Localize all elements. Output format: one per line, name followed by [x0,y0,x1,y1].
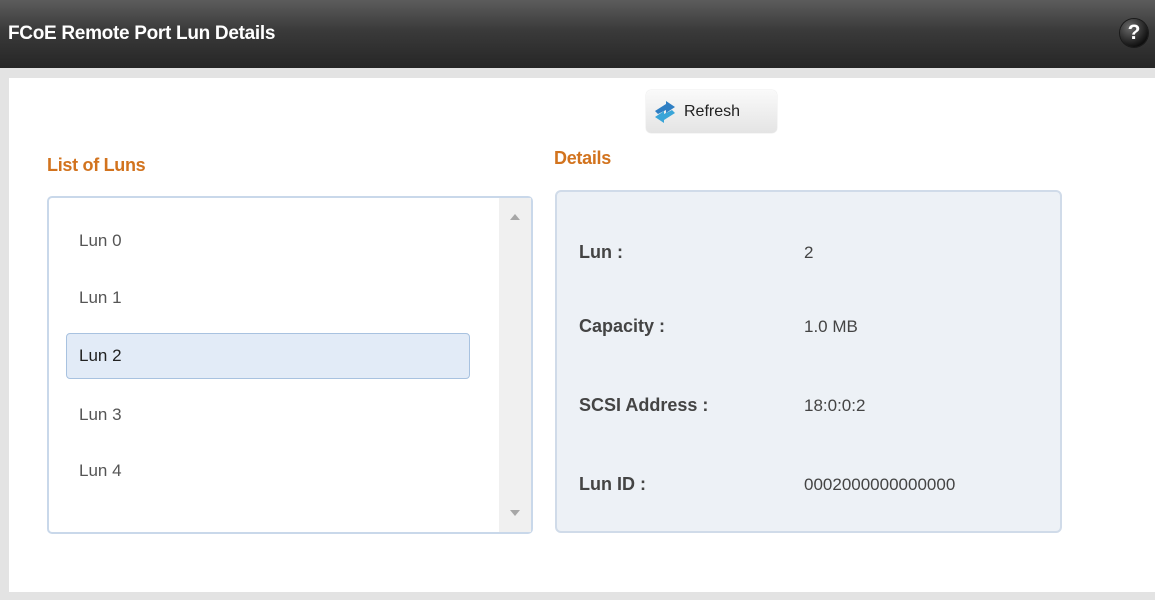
details-panel: Lun : 2 Capacity : 1.0 MB SCSI Address :… [555,190,1062,533]
list-scrollbar[interactable] [499,198,531,532]
lun-list-item[interactable]: Lun 4 [66,448,470,494]
lun-list-item[interactable]: Lun 3 [66,392,470,438]
lun-listbox[interactable]: Lun 0 Lun 1 Lun 2 Lun 3 Lun 4 [47,196,533,534]
window-title: FCoE Remote Port Lun Details [8,23,276,44]
scsi-address-value: 18:0:0:2 [804,396,866,415]
details-heading: Details [554,148,611,168]
lun-label: Lun : [579,242,623,262]
capacity-value: 1.0 MB [804,317,858,336]
lun-list-item[interactable]: Lun 0 [66,218,470,264]
lun-id-value: 0002000000000000 [804,475,956,494]
lun-list-item-selected[interactable]: Lun 2 [66,333,470,379]
help-icon[interactable]: ? [1120,19,1148,47]
lun-value: 2 [804,243,814,262]
title-bar: FCoE Remote Port Lun Details ? [0,0,1155,68]
scroll-down-arrow-icon[interactable] [510,510,520,516]
refresh-button[interactable]: Refresh [646,90,777,133]
scsi-address-label: SCSI Address : [579,395,709,415]
capacity-label: Capacity : [579,316,666,336]
list-of-luns-heading: List of Luns [47,155,146,175]
refresh-button-label: Refresh [684,103,741,120]
lun-id-label: Lun ID : [579,474,646,494]
refresh-icon [655,101,675,123]
scroll-up-arrow-icon[interactable] [510,214,520,220]
lun-list-item[interactable]: Lun 1 [66,275,470,321]
